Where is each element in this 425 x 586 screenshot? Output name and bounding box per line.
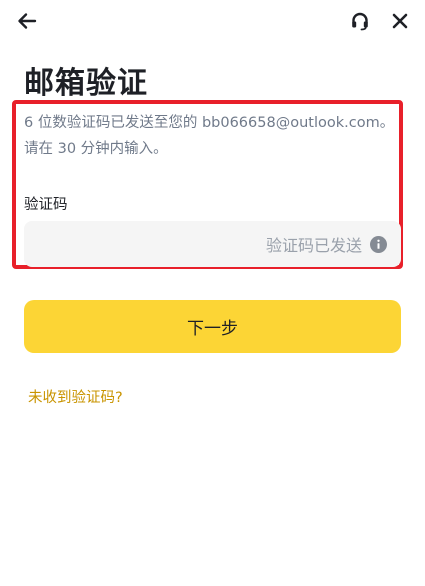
top-bar xyxy=(0,0,425,42)
close-icon xyxy=(392,13,408,29)
back-button[interactable] xyxy=(14,8,40,34)
code-not-received-link[interactable]: 未收到验证码? xyxy=(28,386,123,407)
info-icon[interactable] xyxy=(370,235,387,253)
close-button[interactable] xyxy=(387,8,413,34)
code-input-container[interactable]: 验证码已发送 xyxy=(24,221,401,269)
verification-code-input[interactable] xyxy=(36,221,240,269)
verification-description: 6 位数验证码已发送至您的 bb066658@outlook.com。 请在 3… xyxy=(24,110,404,162)
arrow-left-icon xyxy=(18,13,37,29)
headset-icon xyxy=(352,12,368,31)
code-field-label: 验证码 xyxy=(24,197,68,213)
description-line-sent-to: 6 位数验证码已发送至您的 bb066658@outlook.com。 xyxy=(24,115,395,131)
code-sent-status: 验证码已发送 xyxy=(265,236,362,255)
email-verification-page: 邮箱验证 6 位数验证码已发送至您的 bb066658@outlook.com。… xyxy=(0,0,425,586)
next-button[interactable]: 下一步 xyxy=(24,300,401,353)
description-line-time-limit: 请在 30 分钟内输入。 xyxy=(24,141,168,157)
page-title: 邮箱验证 xyxy=(24,66,148,101)
customer-support-button[interactable] xyxy=(347,8,373,34)
